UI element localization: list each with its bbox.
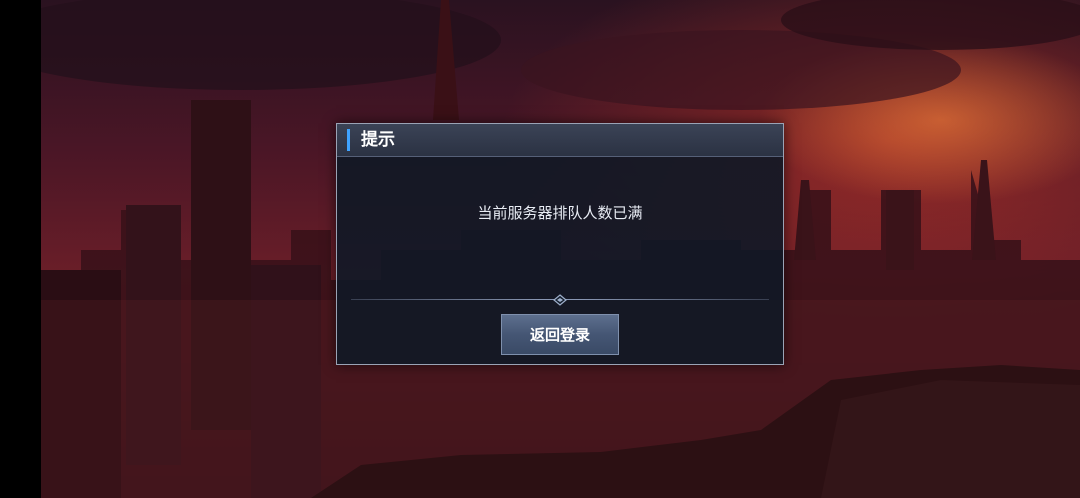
return-to-login-button[interactable]: 返回登录 xyxy=(501,314,619,355)
dialog-header: 提示 xyxy=(337,124,783,157)
notice-dialog: 提示 当前服务器排队人数已满 返回登录 xyxy=(336,123,784,365)
diamond-ornament-icon xyxy=(553,294,567,306)
screen-edge-bar xyxy=(0,0,41,498)
header-accent-bar xyxy=(347,129,350,151)
dialog-title: 提示 xyxy=(361,130,395,150)
dialog-message: 当前服务器排队人数已满 xyxy=(477,204,643,222)
